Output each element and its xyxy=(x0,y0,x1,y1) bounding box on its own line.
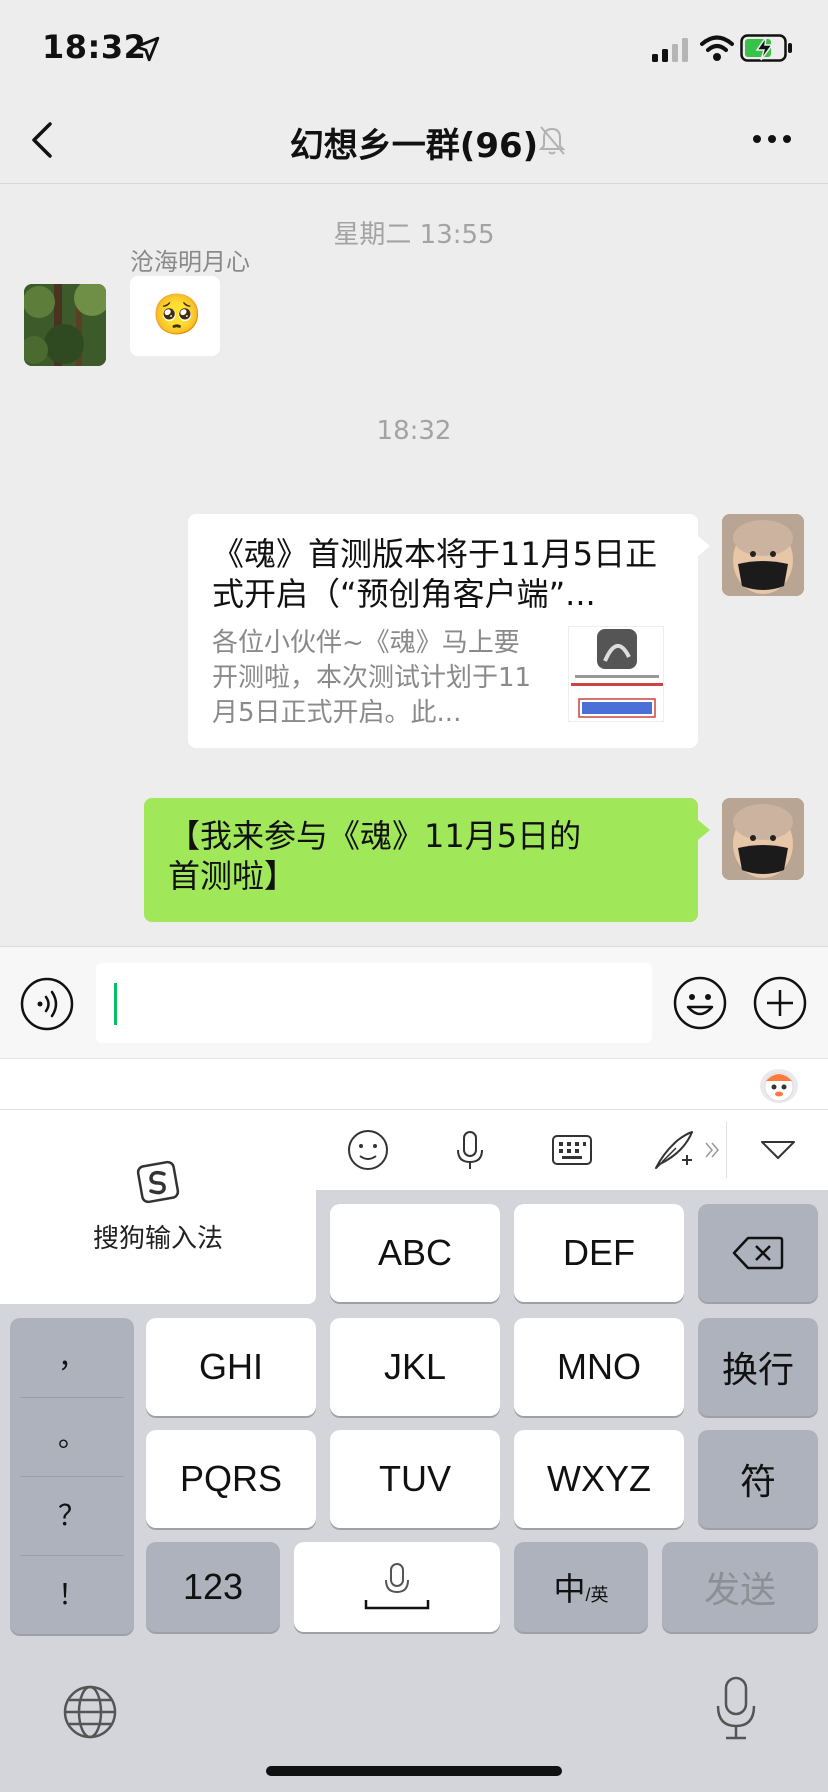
status-time: 18:32 xyxy=(42,28,147,66)
timestamp: 18:32 xyxy=(376,416,452,446)
sogou-logo-icon xyxy=(136,1160,180,1204)
card-title: 《魂》首测版本将于11月5日正式开启（“预创角客户端”... xyxy=(212,535,658,613)
key-comma[interactable]: ， xyxy=(10,1318,134,1397)
punctuation-column[interactable]: ， 。 ？ ！ xyxy=(10,1318,134,1634)
voice-input-icon[interactable] xyxy=(20,977,74,1031)
microphone-icon[interactable] xyxy=(448,1128,492,1172)
toolbar-divider xyxy=(726,1122,727,1178)
key-jkl[interactable]: JKL xyxy=(330,1318,500,1416)
my-avatar[interactable] xyxy=(722,798,804,880)
wifi-icon xyxy=(700,35,734,61)
keyboard-suggestion-bar xyxy=(0,1058,828,1110)
dictation-microphone-icon[interactable] xyxy=(714,1676,758,1742)
send-key[interactable]: 发送 xyxy=(662,1542,818,1632)
status-bar: 18:32 xyxy=(0,0,828,96)
bubble-tail xyxy=(698,536,710,556)
keyboard-bottom-bar xyxy=(0,1648,828,1792)
timestamp: 星期二 13:55 xyxy=(333,220,495,250)
sender-name: 沧海明月心 xyxy=(130,248,250,276)
link-card[interactable]: 《魂》首测版本将于11月5日正式开启（“预创角客户端”... 各位小伙伴~《魂》… xyxy=(188,514,698,748)
keyboard-brand-panel[interactable]: 搜狗输入法 xyxy=(0,1110,316,1304)
card-description: 各位小伙伴~《魂》马上要开测啦，本次测试计划于11月5日正式开启。此... xyxy=(212,628,532,728)
key-pqrs[interactable]: PQRS xyxy=(146,1430,316,1528)
message-input[interactable] xyxy=(96,963,652,1043)
key-question[interactable]: ？ xyxy=(10,1476,134,1555)
key-period[interactable]: 。 xyxy=(10,1397,134,1476)
message-text: 【我来参与《魂》11月5日的首测啦】 xyxy=(168,817,582,895)
keyboard-brand-name: 搜狗输入法 xyxy=(92,1224,223,1254)
language-switch-key[interactable]: 中 /英 xyxy=(514,1542,648,1632)
card-thumbnail xyxy=(568,626,664,722)
collapse-keyboard-icon[interactable] xyxy=(756,1128,800,1172)
key-wxyz[interactable]: WXYZ xyxy=(514,1430,684,1528)
chat-header: 幻想乡一群(96) xyxy=(0,96,828,184)
text-caret xyxy=(114,983,117,1025)
key-mno[interactable]: MNO xyxy=(514,1318,684,1416)
emoji-icon[interactable] xyxy=(672,975,728,1031)
symbols-key[interactable]: 符 xyxy=(698,1430,818,1528)
key-tuv[interactable]: TUV xyxy=(330,1430,500,1528)
backspace-key[interactable] xyxy=(698,1204,818,1302)
my-avatar[interactable] xyxy=(722,514,804,596)
emoji-panel-icon[interactable] xyxy=(346,1128,390,1172)
kid-photo xyxy=(722,514,804,596)
sogou-mascot-icon[interactable] xyxy=(760,1069,798,1103)
message-bubble[interactable]: 【我来参与《魂》11月5日的首测啦】 xyxy=(144,798,698,922)
globe-icon[interactable] xyxy=(62,1684,118,1740)
pleading-face-emoji: 🥺 xyxy=(152,292,202,338)
lang-main-label: 中 xyxy=(553,1571,586,1607)
space-mic-icon xyxy=(364,1563,430,1610)
kid-photo xyxy=(722,798,804,880)
key-abc[interactable]: ABC xyxy=(330,1204,500,1302)
backspace-icon xyxy=(732,1236,784,1270)
cellular-signal-icon xyxy=(652,38,688,62)
keyboard-icon[interactable] xyxy=(550,1128,594,1172)
muted-bell-icon xyxy=(538,126,566,155)
mascot-face-icon xyxy=(764,1072,794,1102)
key-exclamation[interactable]: ！ xyxy=(10,1555,134,1634)
chat-title: 幻想乡一群(96) xyxy=(289,126,539,166)
key-ghi[interactable]: GHI xyxy=(146,1318,316,1416)
bubble-tail xyxy=(698,820,710,840)
battery-charging-icon xyxy=(740,34,792,62)
newline-key[interactable]: 换行 xyxy=(698,1318,818,1416)
handwriting-icon[interactable] xyxy=(652,1128,696,1172)
plus-icon[interactable] xyxy=(752,975,808,1031)
input-bar xyxy=(0,946,828,1058)
location-arrow-icon xyxy=(134,36,160,62)
space-key[interactable] xyxy=(294,1542,500,1632)
key-def[interactable]: DEF xyxy=(514,1204,684,1302)
avatar[interactable] xyxy=(24,284,106,366)
chevron-right-icon[interactable] xyxy=(704,1140,720,1160)
game-logo-icon xyxy=(571,629,663,718)
more-options-icon[interactable] xyxy=(752,132,792,146)
numbers-key[interactable]: 123 xyxy=(146,1542,280,1632)
lang-sub-label: /英 xyxy=(585,1585,609,1605)
message-list[interactable]: 星期二 13:55 沧海明月心 🥺 18:32 《魂》首测版本将于11月5日正式… xyxy=(0,184,828,946)
forest-photo xyxy=(24,284,106,366)
message-bubble[interactable]: 🥺 xyxy=(130,276,220,356)
home-indicator[interactable] xyxy=(266,1766,562,1776)
